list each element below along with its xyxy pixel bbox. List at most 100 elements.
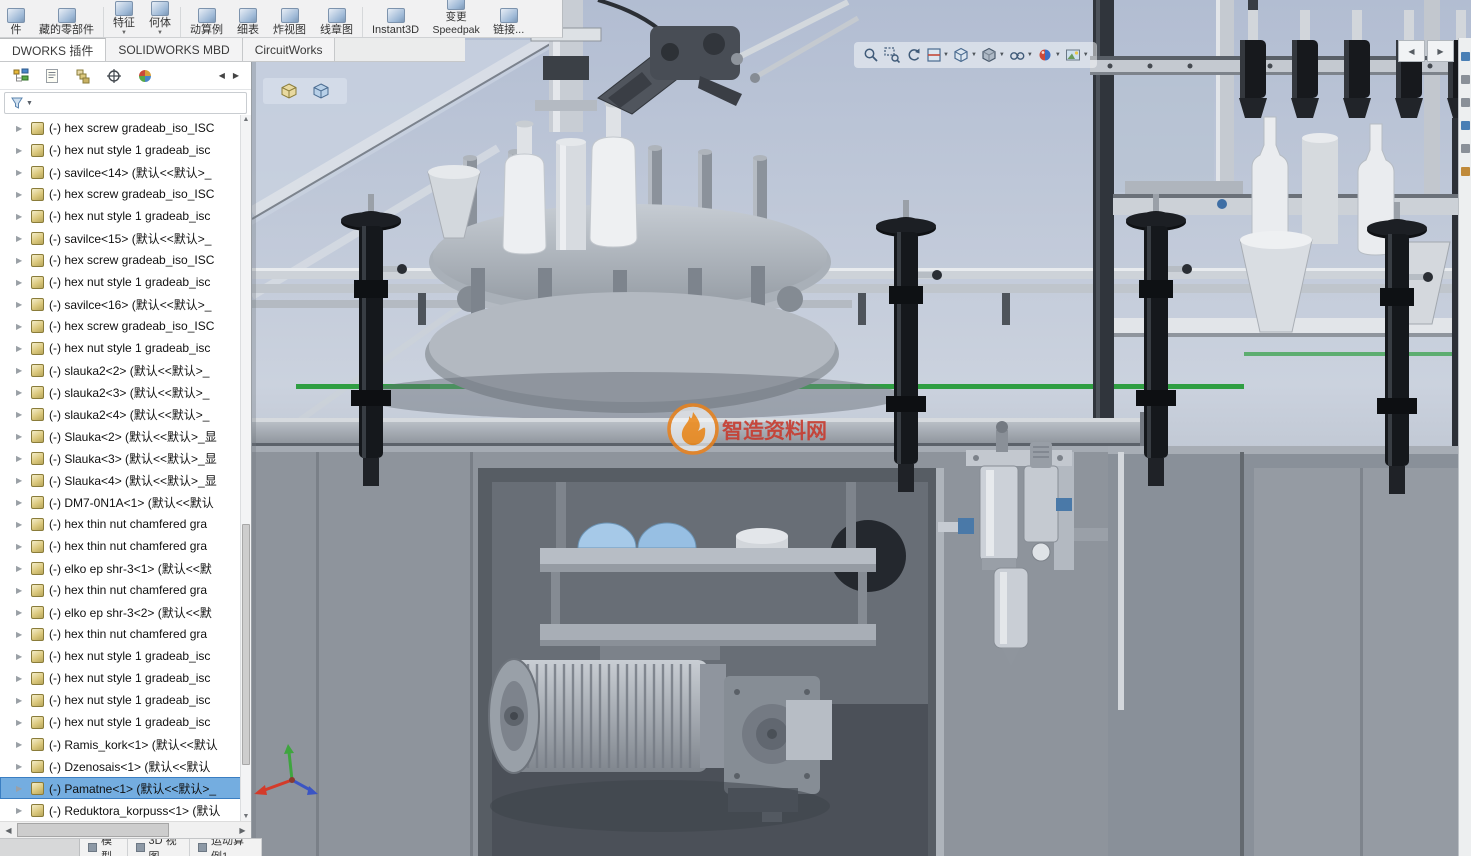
expand-arrow-icon[interactable]: ▶ xyxy=(16,190,31,199)
tree-item[interactable]: ▶(-) hex screw gradeab_iso_ISC xyxy=(0,249,251,271)
tree-horizontal-scrollbar[interactable]: ◀ ▶ xyxy=(0,821,251,838)
zoom-fit-icon[interactable] xyxy=(861,45,880,65)
ribbon-button[interactable]: 细表 xyxy=(230,0,266,37)
ribbon-button[interactable]: 件 xyxy=(0,0,32,37)
ribbon-button[interactable]: Instant3D xyxy=(365,0,426,37)
expand-arrow-icon[interactable]: ▶ xyxy=(16,630,31,639)
propertymanager-tab-icon[interactable] xyxy=(43,67,61,85)
tree-item[interactable]: ▶(-) slauka2<3> (默认<<默认>_ xyxy=(0,381,251,403)
ribbon-button[interactable]: 变更 Speedpak xyxy=(426,0,486,37)
featuremanager-tab-icon[interactable] xyxy=(12,67,30,85)
design-library-icon[interactable] xyxy=(1461,75,1470,84)
expand-arrow-icon[interactable]: ▶ xyxy=(16,278,31,287)
expand-arrow-icon[interactable]: ▶ xyxy=(16,366,31,375)
tree-vertical-scrollbar[interactable]: ▲ ▼ xyxy=(240,115,251,821)
tree-item[interactable]: ▶(-) hex nut style 1 gradeab_isc xyxy=(0,667,251,689)
ribbon-button[interactable]: 藏的零部件 xyxy=(32,0,101,37)
expand-arrow-icon[interactable]: ▶ xyxy=(16,432,31,441)
view-palette-icon[interactable] xyxy=(1461,121,1470,130)
tree-item[interactable]: ▶(-) hex thin nut chamfered gra xyxy=(0,623,251,645)
ribbon-button[interactable]: 链接... xyxy=(486,0,531,37)
appearances-icon[interactable] xyxy=(1461,144,1470,153)
expand-arrow-icon[interactable]: ▶ xyxy=(16,498,31,507)
scroll-left-icon[interactable]: ◀ xyxy=(0,822,17,838)
resources-icon[interactable] xyxy=(1461,52,1470,61)
edit-appearance-icon[interactable] xyxy=(1036,45,1055,65)
scrollbar-thumb[interactable] xyxy=(242,524,250,764)
expand-arrow-icon[interactable]: ▶ xyxy=(16,168,31,177)
tree-item[interactable]: ▶(-) savilce<16> (默认<<默认>_ xyxy=(0,293,251,315)
tree-item[interactable]: ▶(-) hex screw gradeab_iso_ISC xyxy=(0,183,251,205)
hide-show-items-icon[interactable] xyxy=(1008,45,1027,65)
tree-item[interactable]: ▶(-) slauka2<2> (默认<<默认>_ xyxy=(0,359,251,381)
expand-arrow-icon[interactable]: ▶ xyxy=(16,564,31,573)
ribbon-button[interactable]: 动算例 xyxy=(183,0,230,37)
tree-item[interactable]: ▶(-) elko ep shr-3<2> (默认<<默 xyxy=(0,601,251,623)
tab-splitter-box[interactable] xyxy=(0,839,80,856)
tree-item[interactable]: ▶(-) hex nut style 1 gradeab_isc xyxy=(0,271,251,293)
expand-arrow-icon[interactable]: ▶ xyxy=(16,300,31,309)
tree-item[interactable]: ▶(-) hex nut style 1 gradeab_isc xyxy=(0,711,251,733)
ribbon-button[interactable]: 线章图 xyxy=(313,0,360,37)
scroll-down-icon[interactable]: ▼ xyxy=(241,813,251,820)
expand-arrow-icon[interactable]: ▶ xyxy=(16,762,31,771)
scroll-up-icon[interactable]: ▲ xyxy=(241,115,251,123)
expand-arrow-icon[interactable]: ▶ xyxy=(16,520,31,529)
displaymanager-tab-icon[interactable] xyxy=(136,67,154,85)
expand-arrow-icon[interactable]: ▶ xyxy=(16,212,31,221)
expand-arrow-icon[interactable]: ▶ xyxy=(16,784,31,793)
tree-item[interactable]: ▶(-) slauka2<4> (默认<<默认>_ xyxy=(0,403,251,425)
tree-item[interactable]: ▶(-) hex screw gradeab_iso_ISC xyxy=(0,315,251,337)
tab-solidworks-mbd[interactable]: SOLIDWORKS MBD xyxy=(106,38,242,61)
expand-arrow-icon[interactable]: ▶ xyxy=(16,410,31,419)
panel-flyout-icon[interactable]: ▶ xyxy=(233,71,239,80)
expand-arrow-icon[interactable]: ▶ xyxy=(16,388,31,397)
tree-item[interactable]: ▶(-) hex nut style 1 gradeab_isc xyxy=(0,205,251,227)
tree-item[interactable]: ▶(-) hex nut style 1 gradeab_isc xyxy=(0,337,251,359)
scrollbar-track[interactable] xyxy=(169,822,234,838)
tree-item[interactable]: ▶(-) hex screw gradeab_iso_ISC xyxy=(0,117,251,139)
expand-arrow-icon[interactable]: ▶ xyxy=(16,256,31,265)
tab-motion-study[interactable]: 运动算例1 xyxy=(190,839,262,856)
tree-item[interactable]: ▶(-) DM7-0N1A<1> (默认<<默认 xyxy=(0,491,251,513)
panel-overflow-icon[interactable]: ◀ xyxy=(219,71,225,80)
tab-solidworks-addins[interactable]: DWORKS 插件 xyxy=(0,38,106,61)
view-orientation-icon[interactable] xyxy=(952,45,971,65)
dropdown-caret-icon[interactable]: ▼ xyxy=(971,52,977,58)
scrollbar-thumb[interactable] xyxy=(17,823,169,837)
tree-item[interactable]: ▶(-) Reduktora_korpuss<1> (默认 xyxy=(0,799,251,821)
dropdown-caret-icon[interactable]: ▼ xyxy=(1055,52,1061,58)
expand-arrow-icon[interactable]: ▶ xyxy=(16,146,31,155)
expand-arrow-icon[interactable]: ▶ xyxy=(16,322,31,331)
ribbon-button[interactable]: 何体▼ xyxy=(142,0,178,37)
tree-item[interactable]: ▶(-) Slauka<2> (默认<<默认>_显 xyxy=(0,425,251,447)
ribbon-button[interactable]: 炸视图 xyxy=(266,0,313,37)
apply-scene-icon[interactable] xyxy=(1064,45,1083,65)
tree-item[interactable]: ▶(-) hex thin nut chamfered gra xyxy=(0,513,251,535)
previous-view-icon[interactable] xyxy=(903,45,922,65)
component-cube-icon[interactable] xyxy=(280,82,298,100)
section-view-icon[interactable] xyxy=(924,45,943,65)
expand-arrow-icon[interactable]: ▶ xyxy=(16,674,31,683)
expand-arrow-icon[interactable]: ▶ xyxy=(16,586,31,595)
display-style-icon[interactable] xyxy=(980,45,999,65)
tab-model[interactable]: 模型 xyxy=(80,839,128,856)
expand-arrow-icon[interactable]: ▶ xyxy=(16,652,31,661)
dropdown-caret-icon[interactable]: ▼ xyxy=(1083,52,1089,58)
tree-item-selected[interactable]: ▶(-) Pamatne<1> (默认<<默认>_ xyxy=(0,777,251,799)
expand-arrow-icon[interactable]: ▶ xyxy=(16,542,31,551)
pane-toggle-left-button[interactable]: ◀ xyxy=(1398,40,1425,62)
component-cube-icon[interactable] xyxy=(312,82,330,100)
tree-item[interactable]: ▶(-) Dzenosais<1> (默认<<默认 xyxy=(0,755,251,777)
dropdown-caret-icon[interactable]: ▼ xyxy=(1027,52,1033,58)
expand-arrow-icon[interactable]: ▶ xyxy=(16,124,31,133)
tree-item[interactable]: ▶(-) Ramis_kork<1> (默认<<默认 xyxy=(0,733,251,755)
tree-item[interactable]: ▶(-) hex nut style 1 gradeab_isc xyxy=(0,139,251,161)
expand-arrow-icon[interactable]: ▶ xyxy=(16,740,31,749)
dropdown-caret-icon[interactable]: ▼ xyxy=(999,52,1005,58)
expand-arrow-icon[interactable]: ▶ xyxy=(16,234,31,243)
scroll-right-icon[interactable]: ▶ xyxy=(234,822,251,838)
tree-item[interactable]: ▶(-) elko ep shr-3<1> (默认<<默 xyxy=(0,557,251,579)
dropdown-caret-icon[interactable]: ▼ xyxy=(943,52,949,58)
expand-arrow-icon[interactable]: ▶ xyxy=(16,806,31,815)
